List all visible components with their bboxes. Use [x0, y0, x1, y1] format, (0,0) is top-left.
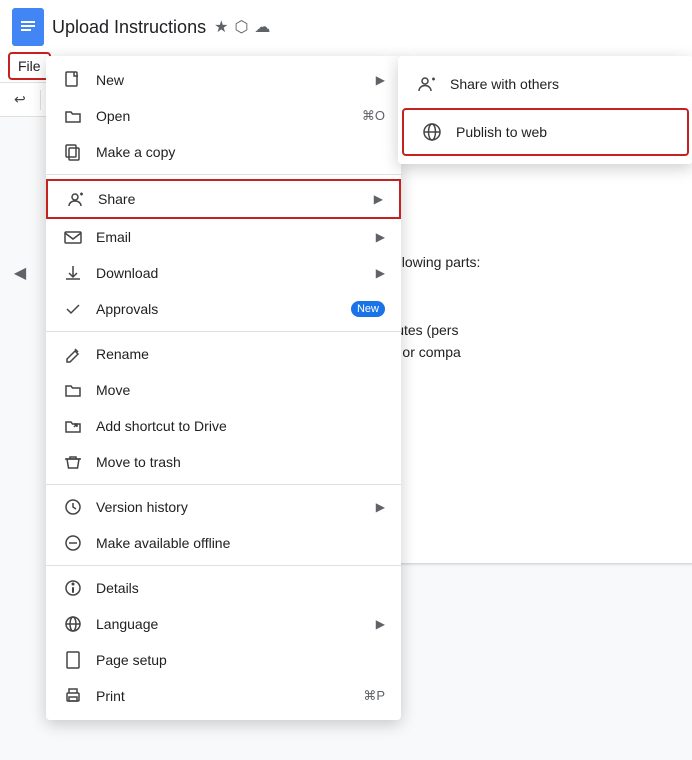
- offline-icon: [62, 532, 84, 554]
- menu-item-approvals[interactable]: Approvals New: [46, 291, 401, 327]
- open-label: Open: [96, 108, 362, 124]
- menu-item-make-copy[interactable]: Make a copy: [46, 134, 401, 170]
- make-copy-label: Make a copy: [96, 144, 385, 160]
- share-icon: [64, 188, 86, 210]
- page-setup-label: Page setup: [96, 652, 385, 668]
- publish-to-web-label: Publish to web: [456, 124, 547, 140]
- rename-icon: [62, 343, 84, 365]
- share-arrow: ▶: [374, 192, 383, 206]
- file-dropdown: New ▶ Open ⌘O Make a copy Share ▶ Email …: [46, 56, 401, 720]
- trash-label: Move to trash: [96, 454, 385, 470]
- approvals-badge: New: [351, 301, 385, 317]
- title-section: Upload Instructions ★ ⬡ ☁: [52, 17, 680, 38]
- menu-item-email[interactable]: Email ▶: [46, 219, 401, 255]
- email-arrow: ▶: [376, 230, 385, 244]
- history-icon: [62, 496, 84, 518]
- menu-item-language[interactable]: Language ▶: [46, 606, 401, 642]
- divider-2: [46, 331, 401, 332]
- publish-icon: [420, 120, 444, 144]
- open-icon: [62, 105, 84, 127]
- new-icon: [62, 69, 84, 91]
- menu-item-trash[interactable]: Move to trash: [46, 444, 401, 480]
- download-arrow: ▶: [376, 266, 385, 280]
- version-history-label: Version history: [96, 499, 372, 515]
- copy-icon: [62, 141, 84, 163]
- menu-item-rename[interactable]: Rename: [46, 336, 401, 372]
- menu-item-print[interactable]: Print ⌘P: [46, 678, 401, 714]
- menu-item-version-history[interactable]: Version history ▶: [46, 489, 401, 525]
- language-icon: [62, 613, 84, 635]
- cloud-icon[interactable]: ☁: [254, 17, 270, 37]
- version-history-arrow: ▶: [376, 500, 385, 514]
- open-shortcut: ⌘O: [362, 108, 385, 124]
- doc-icon: [12, 8, 44, 46]
- approvals-icon: [62, 298, 84, 320]
- menu-item-shortcut[interactable]: Add shortcut to Drive: [46, 408, 401, 444]
- print-label: Print: [96, 688, 363, 704]
- language-label: Language: [96, 616, 372, 632]
- new-label: New: [96, 72, 372, 88]
- menu-item-new[interactable]: New ▶: [46, 62, 401, 98]
- title-bar: Upload Instructions ★ ⬡ ☁: [0, 0, 692, 50]
- page-setup-icon: [62, 649, 84, 671]
- menu-item-open[interactable]: Open ⌘O: [46, 98, 401, 134]
- title-icons: ★ ⬡ ☁: [214, 17, 270, 37]
- shortcut-icon: [62, 415, 84, 437]
- share-label: Share: [98, 191, 370, 207]
- rename-label: Rename: [96, 346, 385, 362]
- move-icon: [62, 379, 84, 401]
- details-icon: [62, 577, 84, 599]
- menu-item-move[interactable]: Move: [46, 372, 401, 408]
- download-icon: [62, 262, 84, 284]
- divider-1: [46, 174, 401, 175]
- email-icon: [62, 226, 84, 248]
- language-arrow: ▶: [376, 617, 385, 631]
- left-sidebar: ◀: [0, 247, 40, 747]
- details-label: Details: [96, 580, 385, 596]
- download-label: Download: [96, 265, 372, 281]
- menu-item-offline[interactable]: Make available offline: [46, 525, 401, 561]
- menu-item-details[interactable]: Details: [46, 570, 401, 606]
- share-with-others-icon: [414, 72, 438, 96]
- menu-item-share[interactable]: Share ▶: [46, 179, 401, 219]
- document-title[interactable]: Upload Instructions: [52, 17, 206, 38]
- print-icon: [62, 685, 84, 707]
- share-with-others[interactable]: Share with others: [398, 62, 692, 106]
- folder-icon[interactable]: ⬡: [234, 17, 248, 37]
- share-submenu: Share with others Publish to web: [398, 56, 692, 164]
- doc-title-row: Upload Instructions ★ ⬡ ☁: [52, 17, 680, 38]
- approvals-label: Approvals: [96, 301, 351, 317]
- print-shortcut: ⌘P: [363, 688, 385, 704]
- sidebar-collapse-icon[interactable]: ◀: [4, 257, 36, 289]
- move-label: Move: [96, 382, 385, 398]
- star-icon[interactable]: ★: [214, 17, 228, 37]
- divider-3: [46, 484, 401, 485]
- menu-item-download[interactable]: Download ▶: [46, 255, 401, 291]
- publish-to-web[interactable]: Publish to web: [402, 108, 689, 156]
- share-with-others-label: Share with others: [450, 76, 559, 92]
- menu-file[interactable]: File: [8, 52, 51, 80]
- shortcut-label: Add shortcut to Drive: [96, 418, 385, 434]
- new-arrow: ▶: [376, 73, 385, 87]
- undo-button[interactable]: ↩: [8, 87, 32, 112]
- divider-4: [46, 565, 401, 566]
- offline-label: Make available offline: [96, 535, 385, 551]
- email-label: Email: [96, 229, 372, 245]
- menu-item-page-setup[interactable]: Page setup: [46, 642, 401, 678]
- trash-icon: [62, 451, 84, 473]
